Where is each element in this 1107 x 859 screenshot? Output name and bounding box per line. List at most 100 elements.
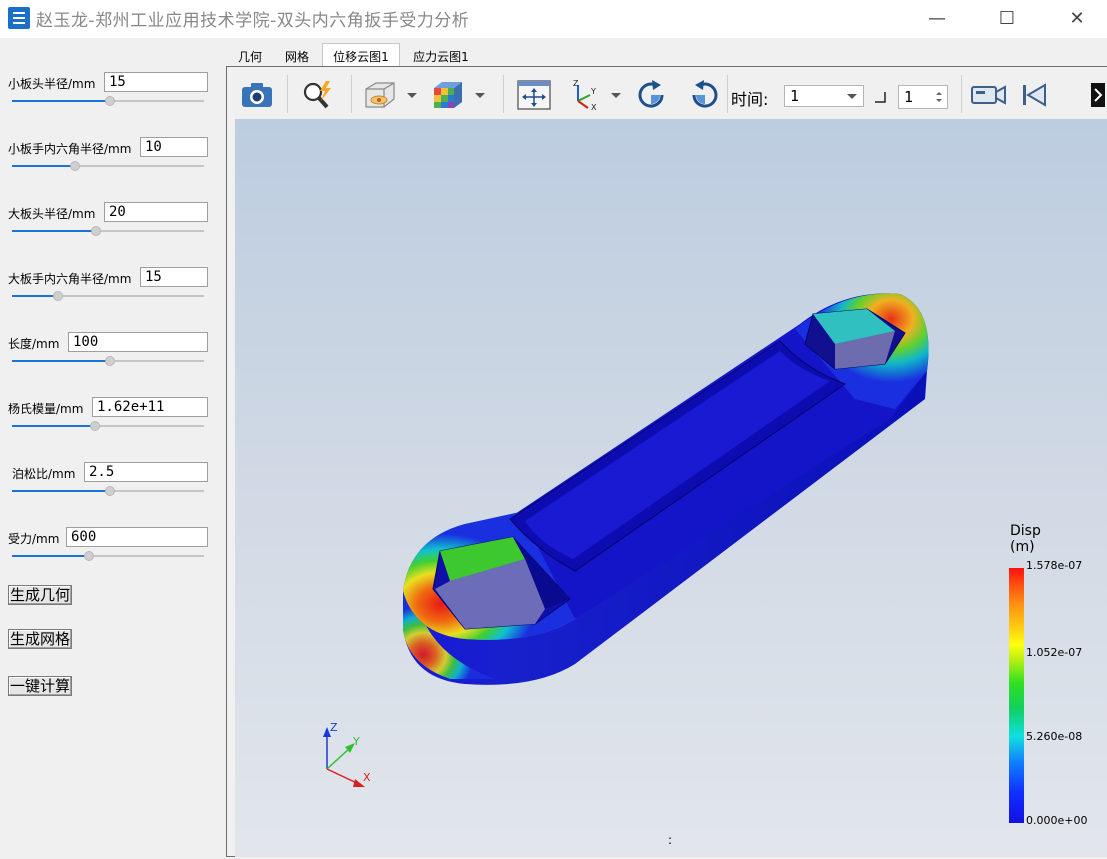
color-map-dropdown[interactable]: [473, 79, 487, 111]
fit-view-button[interactable]: [515, 79, 553, 111]
zoom-fit-button[interactable]: [299, 79, 337, 111]
title-bar: 赵玉龙-郑州工业应用技术学院-双头内六角扳手受力分析 — ☐ ✕: [0, 0, 1107, 38]
chevron-down-icon: [407, 92, 417, 98]
minimize-icon: —: [928, 7, 946, 29]
generate-mesh-button[interactable]: 生成网格: [8, 629, 73, 649]
step-spinbox-value: 1: [904, 88, 914, 106]
large-hex-radius-slider[interactable]: [12, 290, 204, 302]
small-hex-radius-input[interactable]: 10: [140, 137, 208, 157]
param-label-large-hex-radius: 大板手内六角半径/mm: [8, 272, 132, 286]
more-toolbar-button[interactable]: [1089, 79, 1107, 111]
poisson-ratio-slider[interactable]: [12, 485, 204, 497]
status-indicator: :: [668, 833, 673, 847]
large-head-radius-slider[interactable]: [12, 225, 204, 237]
first-frame-button[interactable]: [1019, 79, 1049, 111]
svg-text:X: X: [591, 103, 597, 111]
rotate-cw-button[interactable]: [633, 79, 671, 111]
time-select[interactable]: 1: [784, 85, 864, 107]
video-camera-icon: [971, 85, 1006, 105]
record-button[interactable]: [969, 79, 1009, 111]
chevron-down-icon: [475, 92, 485, 98]
tab-geometry[interactable]: 几何: [228, 44, 272, 66]
slider-thumb[interactable]: [90, 421, 100, 431]
small-hex-radius-slider[interactable]: [12, 160, 204, 172]
skip-back-icon: [1023, 83, 1046, 107]
chevron-down-icon: [847, 94, 857, 99]
axis-view-dropdown[interactable]: [609, 79, 623, 111]
tab-mesh[interactable]: 网格: [274, 44, 320, 66]
rotate-counterclockwise-icon: [692, 80, 718, 108]
legend-mid-low-label: 5.260e-08: [1026, 730, 1083, 743]
maximize-icon: ☐: [998, 7, 1016, 29]
large-hex-radius-input[interactable]: 15: [140, 267, 208, 287]
legend-title: Disp (m): [1010, 523, 1041, 555]
time-label: 时间:: [731, 90, 769, 109]
large-head-radius-input[interactable]: 20: [104, 202, 208, 222]
app-icon: [8, 7, 30, 29]
legend-max-label: 1.578e-07: [1026, 559, 1083, 572]
youngs-modulus-slider[interactable]: [12, 420, 204, 432]
tab-displacement-contour[interactable]: 位移云图1: [322, 43, 400, 67]
box-eye-icon: [365, 82, 395, 108]
length-slider[interactable]: [12, 355, 204, 367]
overflow-arrow-icon: [1091, 83, 1105, 107]
rotate-ccw-button[interactable]: [685, 79, 723, 111]
poisson-ratio-input[interactable]: 2.5: [84, 462, 208, 482]
param-label-small-hex-radius: 小板手内六角半径/mm: [8, 142, 132, 156]
length-input[interactable]: 100: [68, 332, 208, 352]
slider-thumb[interactable]: [70, 161, 80, 171]
youngs-modulus-input[interactable]: 1.62e+11: [92, 397, 208, 417]
svg-text:Y: Y: [590, 87, 596, 96]
magnifier-lightning-icon: [303, 81, 331, 109]
axis-view-button[interactable]: Z Y X: [567, 79, 605, 111]
small-head-radius-slider[interactable]: [12, 95, 204, 107]
tab-stress-contour[interactable]: 应力云图1: [402, 44, 480, 66]
display-mode-dropdown[interactable]: [405, 79, 419, 111]
slider-thumb[interactable]: [91, 226, 101, 236]
slider-thumb[interactable]: [105, 356, 115, 366]
param-label-force: 受力/mm: [8, 532, 60, 546]
svg-text:Z: Z: [573, 79, 579, 88]
slider-thumb[interactable]: [84, 551, 94, 561]
minimize-button[interactable]: —: [912, 0, 962, 36]
legend-color-bar: [1009, 568, 1024, 823]
param-label-small-head-radius: 小板头半径/mm: [8, 77, 96, 91]
time-select-value: 1: [790, 87, 800, 105]
window-title: 赵玉龙-郑州工业应用技术学院-双头内六角扳手受力分析: [36, 11, 470, 31]
color-map-button[interactable]: [429, 79, 467, 111]
orientation-axes: Z Y X: [323, 721, 371, 787]
param-label-length: 长度/mm: [8, 337, 60, 351]
slider-thumb[interactable]: [53, 291, 63, 301]
viewer-toolbar: Z Y X 时间: 1 1: [233, 67, 1107, 119]
legend-title-unit: (m): [1010, 539, 1035, 555]
slider-thumb[interactable]: [105, 486, 115, 496]
chevron-down-icon: [611, 92, 621, 98]
axis-x-label: X: [363, 771, 371, 784]
axis-z-label: Z: [330, 721, 338, 734]
colored-cube-icon: [434, 82, 462, 108]
screenshot-button[interactable]: [239, 79, 275, 111]
param-label-poisson-ratio: 泊松比/mm: [12, 467, 76, 481]
force-slider[interactable]: [12, 550, 204, 562]
force-input[interactable]: 600: [66, 527, 208, 547]
display-mode-button[interactable]: [361, 79, 399, 111]
close-button[interactable]: ✕: [1052, 0, 1102, 36]
maximize-button[interactable]: ☐: [982, 0, 1032, 36]
axis-y-label: Y: [352, 735, 360, 748]
legend-mid-high-label: 1.052e-07: [1026, 646, 1083, 659]
small-head-radius-input[interactable]: 15: [104, 72, 208, 92]
rotate-clockwise-icon: [638, 80, 664, 108]
param-label-youngs-modulus: 杨氏模量/mm: [8, 402, 84, 416]
step-spinbox[interactable]: 1: [898, 85, 948, 109]
render-viewport[interactable]: Z Y X Disp (m) 1.578e-07 1.052e-07 5.260…: [235, 119, 1107, 857]
one-click-calculate-button[interactable]: 一键计算: [8, 676, 73, 696]
camera-icon: [242, 83, 272, 107]
legend-title-quantity: Disp: [1010, 523, 1041, 539]
param-label-large-head-radius: 大板头半径/mm: [8, 207, 96, 221]
xyz-axes-icon: Z Y X: [573, 79, 597, 111]
move-arrows-icon: [517, 80, 551, 110]
legend-min-label: 0.000e+00: [1026, 814, 1088, 827]
spin-arrows-icon: [936, 92, 942, 102]
generate-geometry-button[interactable]: 生成几何: [8, 585, 73, 605]
slider-thumb[interactable]: [105, 96, 115, 106]
